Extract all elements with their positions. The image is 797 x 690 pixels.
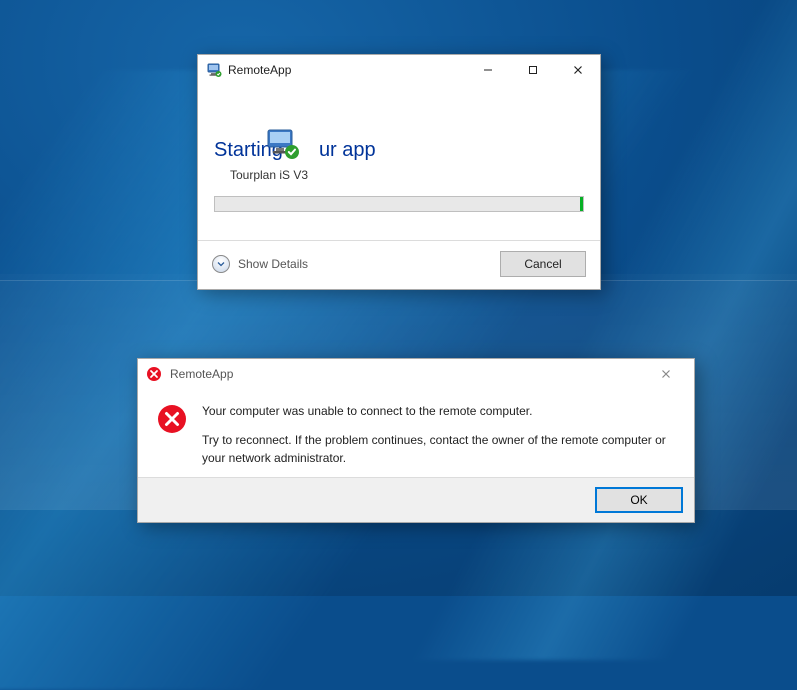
ok-button[interactable]: OK	[596, 488, 682, 512]
minimize-icon	[483, 65, 493, 75]
progress-bar	[214, 196, 584, 212]
cancel-button-label: Cancel	[524, 257, 561, 271]
close-icon	[661, 369, 671, 379]
remoteapp-progress-window: RemoteApp Starting ur app	[197, 54, 601, 290]
error-icon	[156, 403, 188, 467]
app-icon	[264, 125, 302, 166]
close-icon	[573, 65, 583, 75]
remoteapp-error-dialog: RemoteApp Your computer was unable to co…	[137, 358, 695, 523]
close-button[interactable]	[555, 55, 600, 85]
show-details-label[interactable]: Show Details	[238, 257, 308, 271]
error-message-line1: Your computer was unable to connect to t…	[202, 403, 676, 420]
minimize-button[interactable]	[465, 55, 510, 85]
maximize-icon	[528, 65, 538, 75]
error-window-title: RemoteApp	[170, 367, 233, 381]
error-icon-small	[146, 366, 162, 382]
error-close-button[interactable]	[646, 359, 686, 389]
window-title: RemoteApp	[228, 63, 291, 77]
error-message: Your computer was unable to connect to t…	[202, 403, 676, 467]
show-details-toggle[interactable]	[212, 255, 230, 273]
remoteapp-icon	[206, 62, 222, 78]
ok-button-label: OK	[630, 493, 647, 507]
cancel-button[interactable]: Cancel	[500, 251, 586, 277]
error-message-line2: Try to reconnect. If the problem continu…	[202, 432, 676, 467]
titlebar[interactable]: RemoteApp	[198, 55, 600, 85]
chevron-down-icon	[217, 260, 225, 268]
maximize-button[interactable]	[510, 55, 555, 85]
app-name-label: Tourplan iS V3	[230, 168, 584, 182]
progress-fill	[580, 197, 583, 211]
error-titlebar[interactable]: RemoteApp	[138, 359, 694, 389]
